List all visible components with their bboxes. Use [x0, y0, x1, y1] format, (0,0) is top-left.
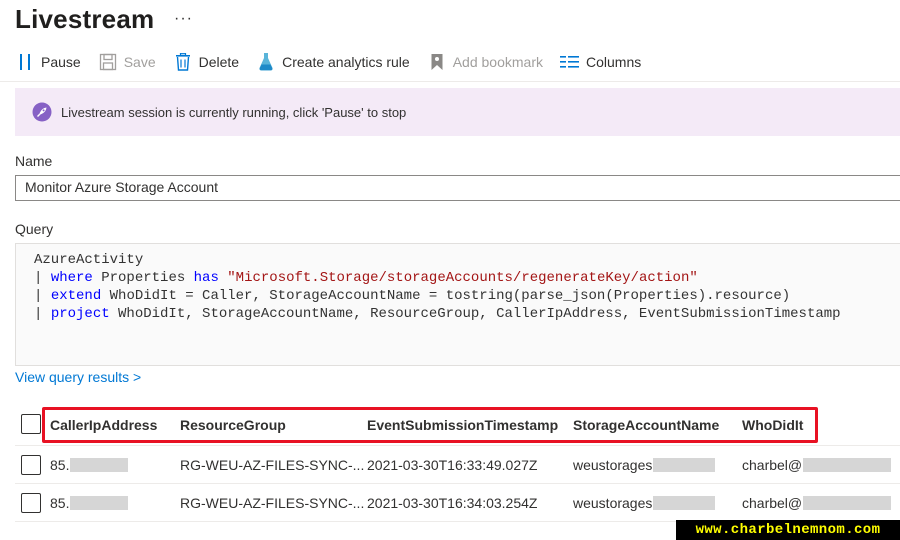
redacted-mask [70, 495, 129, 510]
cell-text: weustorages [573, 494, 653, 511]
cell-calleripaddress: 85. [50, 484, 129, 521]
query-editor[interactable]: AzureActivity | where Properties has "Mi… [15, 243, 900, 366]
more-options-button[interactable]: ··· [174, 10, 193, 28]
save-icon [98, 52, 118, 72]
redacted-mask [803, 457, 892, 472]
redacted-mask [70, 457, 129, 472]
delete-label: Delete [198, 54, 240, 70]
column-header-storageaccountname[interactable]: StorageAccountName [573, 404, 719, 445]
columns-icon [560, 52, 580, 72]
name-input[interactable]: Monitor Azure Storage Account [15, 175, 900, 201]
cell-text: 85. [50, 456, 70, 473]
cell-storageaccountname: weustorages [573, 484, 716, 521]
cell-whodidit: charbel@ [742, 484, 892, 521]
toolbar-divider [0, 81, 900, 82]
query-line-2: | where Properties has "Microsoft.Storag… [34, 270, 698, 286]
columns-label: Columns [586, 54, 642, 70]
cell-whodidit: charbel@ [742, 446, 892, 483]
redacted-mask [653, 457, 716, 472]
row-checkbox[interactable] [21, 454, 41, 475]
table-row[interactable]: 85. RG-WEU-AZ-FILES-SYNC-... 2021-03-30T… [15, 446, 900, 484]
add-bookmark-button[interactable]: Add bookmark [427, 48, 543, 76]
query-line-1: AzureActivity [34, 251, 900, 269]
save-label: Save [123, 54, 156, 70]
pause-button[interactable]: Pause [15, 48, 81, 76]
query-keyword-where: where [50, 270, 93, 286]
cell-eventsubmissiontimestamp: 2021-03-30T16:33:49.027Z [367, 456, 538, 473]
cell-text: charbel@ [742, 494, 803, 511]
column-header-whodidit[interactable]: WhoDidIt [742, 404, 803, 445]
delete-button[interactable]: Delete [173, 48, 239, 76]
query-label: Query [15, 221, 54, 237]
cell-eventsubmissiontimestamp: 2021-03-30T16:34:03.254Z [367, 494, 538, 511]
cell-text: 85. [50, 494, 70, 511]
column-header-calleripaddress[interactable]: CallerIpAddress [50, 404, 157, 445]
create-analytics-rule-button[interactable]: Create analytics rule [256, 48, 410, 76]
query-keyword-has: has [193, 270, 219, 286]
name-label: Name [15, 153, 53, 169]
save-button[interactable]: Save [98, 48, 156, 76]
query-string: "Microsoft.Storage/storageAccounts/regen… [227, 270, 698, 286]
cell-text: charbel@ [742, 456, 803, 473]
select-all-checkbox[interactable] [21, 414, 41, 434]
table-row[interactable]: 85. RG-WEU-AZ-FILES-SYNC-... 2021-03-30T… [15, 484, 900, 522]
query-keyword-extend: extend [50, 288, 102, 304]
columns-button[interactable]: Columns [560, 48, 641, 76]
bookmark-icon [427, 52, 447, 72]
query-text: WhoDidIt, StorageAccountName, ResourceGr… [109, 306, 841, 322]
query-keyword-project: project [50, 306, 110, 322]
trash-icon [173, 52, 193, 72]
cell-resourcegroup: RG-WEU-AZ-FILES-SYNC-... [180, 494, 365, 511]
pause-icon [15, 52, 35, 72]
query-line-4: | project WhoDidIt, StorageAccountName, … [34, 306, 841, 322]
results-table: CallerIpAddress ResourceGroup EventSubmi… [15, 404, 900, 522]
banner-message: Livestream session is currently running,… [61, 104, 407, 120]
query-text: Properties [92, 270, 194, 286]
cell-calleripaddress: 85. [50, 446, 129, 483]
redacted-mask [653, 495, 716, 510]
page-title: Livestream [15, 4, 155, 34]
column-header-eventsubmissiontimestamp[interactable]: EventSubmissionTimestamp [367, 404, 558, 445]
column-header-resourcegroup[interactable]: ResourceGroup [180, 404, 286, 445]
watermark: www.charbelnemnom.com [676, 520, 900, 540]
row-checkbox[interactable] [21, 492, 41, 513]
table-header-row: CallerIpAddress ResourceGroup EventSubmi… [15, 404, 900, 446]
redacted-mask [803, 495, 892, 510]
livestream-status-banner: Livestream session is currently running,… [15, 88, 900, 136]
pause-label: Pause [41, 54, 81, 70]
toolbar: Pause Save Delete Create analytics rule … [15, 48, 658, 76]
flask-icon [256, 52, 276, 72]
cell-resourcegroup: RG-WEU-AZ-FILES-SYNC-... [180, 456, 365, 473]
query-text: WhoDidIt = Caller, StorageAccountName = … [101, 288, 791, 304]
cell-storageaccountname: weustorages [573, 446, 716, 483]
query-table-name: AzureActivity [34, 252, 144, 268]
create-analytics-rule-label: Create analytics rule [282, 54, 410, 70]
cell-text: weustorages [573, 456, 653, 473]
rocket-icon [32, 102, 52, 122]
query-line-3: | extend WhoDidIt = Caller, StorageAccou… [34, 288, 791, 304]
view-query-results-link[interactable]: View query results > [15, 369, 141, 385]
add-bookmark-label: Add bookmark [452, 54, 543, 70]
